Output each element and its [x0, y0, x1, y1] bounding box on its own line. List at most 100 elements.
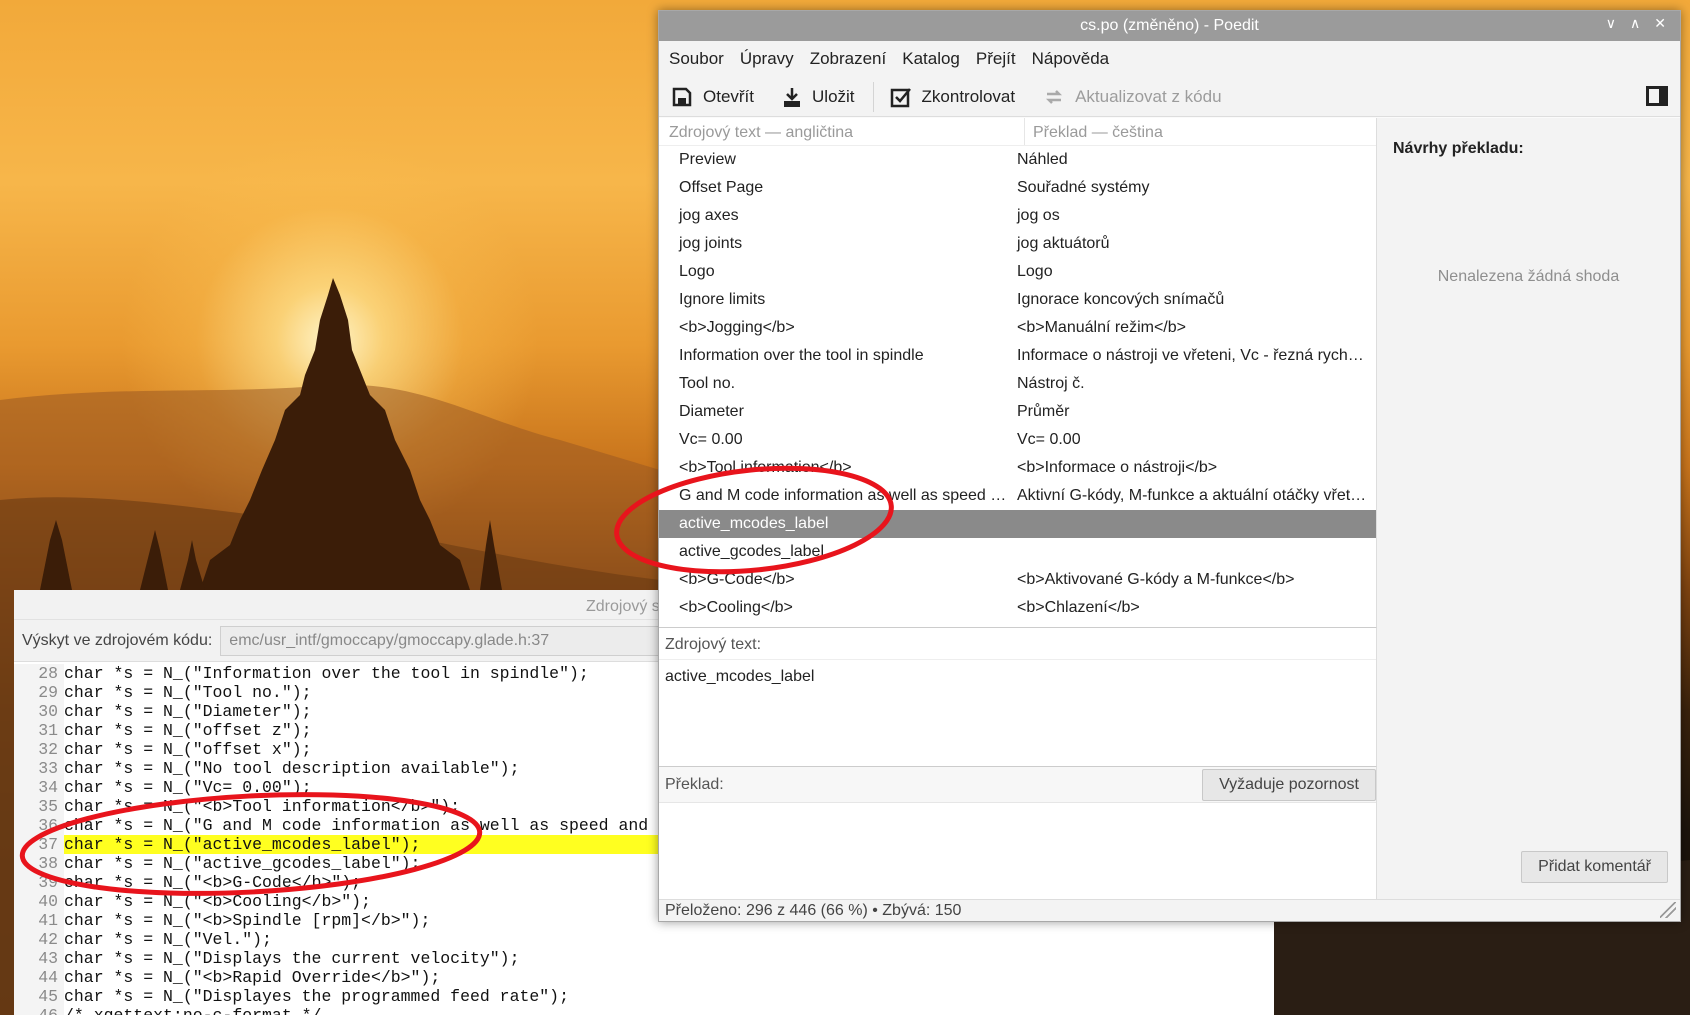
translated-string: Logo	[1017, 263, 1053, 280]
menu-napoveda[interactable]: Nápověda	[1032, 49, 1110, 69]
status-bar: Přeloženo: 296 z 446 (66 %) • Zbývá: 150	[659, 899, 1680, 921]
translation-label: Překlad:	[665, 775, 724, 793]
list-item[interactable]: <b>Tool information</b> <b>Informace o ná…	[659, 454, 1376, 482]
source-string: Diameter	[679, 403, 744, 420]
line-number: 41	[14, 911, 64, 930]
minimize-button[interactable]: ∨	[1606, 15, 1616, 32]
list-item[interactable]: jog joints jog aktuátorů	[659, 230, 1376, 258]
suggestions-panel: Návrhy překladu: Nenalezena žádná shoda …	[1377, 118, 1680, 901]
toolbar: Otevřít Uložit Zkontrolovat Aktualizovat…	[659, 77, 1680, 117]
list-item[interactable]: <b>G-Code</b> <b>Aktivované G-kódy a M-fu…	[659, 566, 1376, 594]
translation-panel: Překlad: Vyžaduje pozornost	[659, 766, 1377, 901]
translated-string: jog aktuátorů	[1017, 235, 1110, 252]
line-number: 34	[14, 778, 64, 797]
resize-grip-icon[interactable]	[1660, 902, 1676, 918]
source-column-header[interactable]: Zdrojový text — angličtina	[659, 118, 1025, 145]
translation-column-header[interactable]: Překlad — čeština	[1025, 118, 1163, 145]
window-title: cs.po (změněno) - Poedit	[1080, 17, 1259, 34]
sidebar-toggle-icon[interactable]	[1646, 86, 1668, 106]
line-number: 44	[14, 968, 64, 987]
line-number: 37	[14, 835, 64, 854]
source-string: Offset Page	[679, 179, 764, 196]
line-number: 39	[14, 873, 64, 892]
source-string: Tool no.	[679, 375, 736, 392]
list-item[interactable]: Preview Náhled	[659, 146, 1376, 174]
list-item[interactable]: Vc= 0.00 Vc= 0.00	[659, 426, 1376, 454]
list-item[interactable]: <b>Cooling</b> <b>Chlazení</b>	[659, 594, 1376, 622]
translated-string: Aktivní G-kódy, M-funkce a aktuální otáč…	[1017, 487, 1367, 504]
list-item[interactable]: Diameter Průměr	[659, 398, 1376, 426]
translated-string: <b>Manuální režim</b>	[1017, 319, 1186, 336]
translated-string: <b>Chlazení</b>	[1017, 599, 1140, 616]
source-text-value: active_mcodes_label	[665, 668, 815, 685]
save-button[interactable]: Uložit	[782, 86, 855, 108]
list-item[interactable]: Logo Logo	[659, 258, 1376, 286]
source-string: G and M code information as well as spee…	[679, 487, 1007, 504]
line-number: 33	[14, 759, 64, 778]
code-text: char *s = N_("Vel.");	[64, 930, 272, 949]
code-line: 42 char *s = N_("Vel.");	[14, 930, 1274, 949]
code-line: 45 char *s = N_("Displayes the programmed…	[14, 987, 1274, 1006]
needs-work-button[interactable]: Vyžaduje pozornost	[1202, 768, 1376, 801]
refresh-icon	[1046, 89, 1063, 104]
menu-upravy[interactable]: Úpravy	[740, 49, 794, 69]
update-from-code-button[interactable]: Aktualizovat z kódu	[1043, 86, 1222, 108]
code-text: /* xgettext:no-c-format */	[64, 1006, 1274, 1015]
menu-katalog[interactable]: Katalog	[902, 49, 960, 69]
open-button[interactable]: Otevřít	[671, 86, 754, 108]
add-comment-button[interactable]: Přidat komentář	[1521, 851, 1668, 883]
translation-list: Zdrojový text — angličtina Překlad — češ…	[659, 118, 1377, 627]
source-location-label: Výskyt ve zdrojovém kódu:	[22, 631, 213, 649]
source-text-label: Zdrojový text:	[659, 628, 1376, 660]
menu-zobrazeni[interactable]: Zobrazení	[810, 49, 887, 69]
list-item[interactable]: jog axes jog os	[659, 202, 1376, 230]
line-number: 35	[14, 797, 64, 816]
code-text: char *s = N_("<b>Rapid Override</b>");	[64, 968, 441, 987]
code-text: char *s = N_("Displayes the programmed f…	[64, 987, 569, 1006]
source-string: <b>G-Code</b>	[679, 571, 795, 588]
source-string: Information over the tool in spindle	[679, 347, 924, 364]
line-number: 45	[14, 987, 64, 1006]
list-item[interactable]: Ignore limits Ignorace koncových snímačů	[659, 286, 1376, 314]
translated-string: Informace o nástroji ve vřeteni, Vc - ře…	[1017, 347, 1367, 364]
poedit-window: cs.po (změněno) - Poedit ∨ ∧ ✕ Soubor Úp…	[658, 10, 1681, 922]
translated-string: jog os	[1017, 207, 1060, 224]
list-item[interactable]: G and M code information as well as spee…	[659, 482, 1376, 510]
line-number: 43	[14, 949, 64, 968]
close-button[interactable]: ✕	[1654, 15, 1666, 32]
translation-input[interactable]	[659, 803, 1376, 901]
source-string: <b>Tool information</b>	[679, 459, 852, 476]
code-text: char *s = N_("Displays the current veloc…	[64, 949, 520, 968]
toolbar-separator	[872, 81, 874, 112]
checkbox-icon	[890, 87, 911, 107]
menu-prejit[interactable]: Přejít	[976, 49, 1016, 69]
source-string: Ignore limits	[679, 291, 766, 308]
list-item[interactable]: Tool no. Nástroj č.	[659, 370, 1376, 398]
update-label: Aktualizovat z kódu	[1075, 86, 1222, 106]
line-number: 28	[14, 664, 64, 683]
poedit-titlebar[interactable]: cs.po (změněno) - Poedit ∨ ∧ ✕	[659, 11, 1680, 41]
translated-string: <b>Aktivované G-kódy a M-funkce</b>	[1017, 571, 1295, 588]
list-item[interactable]: active_gcodes_label	[659, 538, 1376, 566]
source-string: <b>Cooling</b>	[679, 599, 793, 616]
suggestions-title: Návrhy překladu:	[1393, 140, 1524, 157]
source-string: <b>Jogging</b>	[679, 319, 795, 336]
no-match-text: Nenalezena žádná shoda	[1437, 268, 1620, 285]
translated-string: Vc= 0.00	[1017, 431, 1081, 448]
code-line: 43 char *s = N_("Displays the current vel…	[14, 949, 1274, 968]
check-label: Zkontrolovat	[921, 86, 1016, 106]
menu-soubor[interactable]: Soubor	[669, 49, 724, 69]
list-item[interactable]: <b>Jogging</b> <b>Manuální režim</b>	[659, 314, 1376, 342]
open-icon	[672, 87, 692, 106]
list-item[interactable]: active_mcodes_label	[659, 510, 1376, 538]
list-header: Zdrojový text — angličtina Překlad — češ…	[659, 118, 1376, 146]
translated-string: Ignorace koncových snímačů	[1017, 291, 1225, 308]
line-number: 30	[14, 702, 64, 721]
maximize-button[interactable]: ∧	[1630, 15, 1640, 32]
check-button[interactable]: Zkontrolovat	[890, 86, 1016, 108]
list-item[interactable]: Offset Page Souřadné systémy	[659, 174, 1376, 202]
translated-string: <b>Informace o nástroji</b>	[1017, 459, 1218, 476]
translated-string: Nástroj č.	[1017, 375, 1085, 392]
source-location-field[interactable]: emc/usr_intf/gmoccapy/gmoccapy.glade.h:3…	[220, 625, 661, 656]
list-item[interactable]: Information over the tool in spindle Info…	[659, 342, 1376, 370]
